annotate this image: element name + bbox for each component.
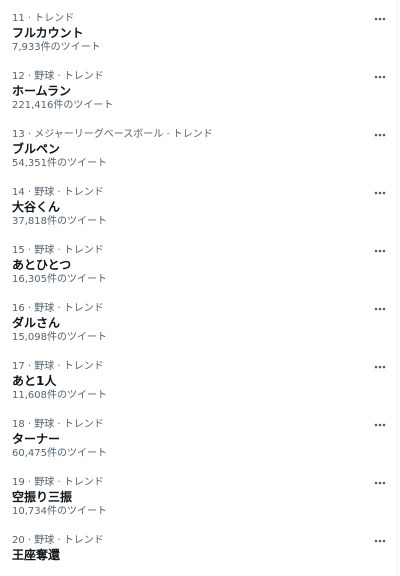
more-options-button[interactable] (372, 477, 388, 489)
trend-name[interactable]: あと1人 (12, 374, 56, 389)
trend-tweet-count: 15,098件のツイート (12, 332, 107, 343)
more-options-button[interactable] (372, 187, 388, 199)
trend-meta: 20 · 野球 · トレンド (12, 535, 104, 546)
trend-item-13[interactable]: 13 · メジャーリーグベースボール · トレンド ブルペン 54,351件のツ… (0, 123, 397, 181)
more-horizontal-icon (374, 249, 386, 253)
trend-meta: 11 · トレンド (12, 13, 75, 24)
trend-name[interactable]: ホームラン (12, 84, 71, 99)
more-horizontal-icon (374, 481, 386, 485)
trend-item-18[interactable]: 18 · 野球 · トレンド ターナー 60,475件のツイート (0, 413, 397, 471)
more-options-button[interactable] (372, 129, 388, 141)
trend-item-17[interactable]: 17 · 野球 · トレンド あと1人 11,608件のツイート (0, 355, 397, 413)
more-horizontal-icon (374, 133, 386, 137)
trend-name[interactable]: あとひとつ (12, 258, 71, 273)
more-options-button[interactable] (372, 535, 388, 547)
more-horizontal-icon (374, 365, 386, 369)
trend-meta: 13 · メジャーリーグベースボール · トレンド (12, 129, 213, 140)
more-horizontal-icon (374, 191, 386, 195)
more-options-button[interactable] (372, 361, 388, 373)
more-horizontal-icon (374, 17, 386, 21)
trend-meta: 15 · 野球 · トレンド (12, 245, 104, 256)
more-options-button[interactable] (372, 303, 388, 315)
trend-name[interactable]: ブルペン (12, 142, 60, 157)
trend-name[interactable]: 王座奪還 (12, 548, 60, 563)
more-options-button[interactable] (372, 245, 388, 257)
trend-item-16[interactable]: 16 · 野球 · トレンド ダルさん 15,098件のツイート (0, 297, 397, 355)
more-horizontal-icon (374, 75, 386, 79)
more-options-button[interactable] (372, 13, 388, 25)
trend-name[interactable]: 大谷くん (12, 200, 60, 215)
trend-meta: 18 · 野球 · トレンド (12, 419, 104, 430)
trend-tweet-count: 7,933件のツイート (12, 42, 101, 53)
trend-item-14[interactable]: 14 · 野球 · トレンド 大谷くん 37,818件のツイート (0, 181, 397, 239)
trend-tweet-count: 16,305件のツイート (12, 274, 107, 285)
trend-tweet-count: 60,475件のツイート (12, 448, 107, 459)
more-horizontal-icon (374, 423, 386, 427)
trend-item-20[interactable]: 20 · 野球 · トレンド 王座奪還 (0, 529, 397, 576)
more-options-button[interactable] (372, 419, 388, 431)
trend-name[interactable]: ダルさん (12, 316, 60, 331)
trend-item-11[interactable]: 11 · トレンド フルカウント 7,933件のツイート (0, 7, 397, 65)
trend-tweet-count: 54,351件のツイート (12, 158, 107, 169)
trend-tweet-count: 10,734件のツイート (12, 506, 107, 517)
trend-list: 11 · トレンド フルカウント 7,933件のツイート 12 · 野球 · ト… (0, 0, 398, 576)
more-options-button[interactable] (372, 71, 388, 83)
more-horizontal-icon (374, 307, 386, 311)
trend-tweet-count: 221,416件のツイート (12, 100, 114, 111)
trend-meta: 12 · 野球 · トレンド (12, 71, 104, 82)
trend-item-15[interactable]: 15 · 野球 · トレンド あとひとつ 16,305件のツイート (0, 239, 397, 297)
trend-name[interactable]: フルカウント (12, 26, 84, 41)
trend-name[interactable]: ターナー (12, 432, 60, 447)
trend-meta: 19 · 野球 · トレンド (12, 477, 104, 488)
more-horizontal-icon (374, 539, 386, 543)
trend-meta: 16 · 野球 · トレンド (12, 303, 104, 314)
trend-item-19[interactable]: 19 · 野球 · トレンド 空振り三振 10,734件のツイート (0, 471, 397, 529)
trend-item-12[interactable]: 12 · 野球 · トレンド ホームラン 221,416件のツイート (0, 65, 397, 123)
trend-name[interactable]: 空振り三振 (12, 490, 72, 505)
trend-meta: 14 · 野球 · トレンド (12, 187, 104, 198)
trend-meta: 17 · 野球 · トレンド (12, 361, 104, 372)
trend-tweet-count: 11,608件のツイート (12, 390, 107, 401)
trend-tweet-count: 37,818件のツイート (12, 216, 107, 227)
